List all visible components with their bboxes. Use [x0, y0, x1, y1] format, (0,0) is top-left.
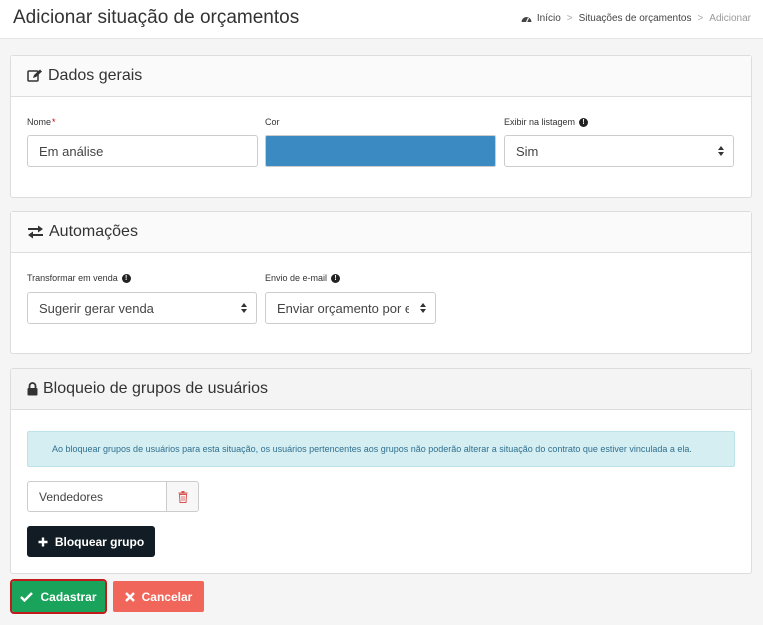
- name-input[interactable]: Em análise: [27, 135, 258, 167]
- cancel-button-label: Cancelar: [141, 589, 193, 604]
- color-picker[interactable]: [265, 135, 496, 167]
- select-arrows-icon: [241, 303, 247, 313]
- breadcrumb-section[interactable]: Situações de orçamentos: [579, 13, 692, 24]
- list-label: Exibir na listagem!: [504, 117, 589, 127]
- block-panel-title: Bloqueio de grupos de usuários: [43, 380, 269, 397]
- list-label-text: Exibir na listagem: [504, 117, 576, 127]
- trash-icon: [178, 490, 187, 503]
- block-panel-header: Bloqueio de grupos de usuários: [11, 369, 751, 410]
- name-input-value: Em análise: [39, 143, 104, 159]
- color-label: Cor: [265, 117, 280, 127]
- automation-panel: Automações Transformar em venda! Sugerir…: [10, 211, 752, 354]
- save-button-label: Cadastrar: [40, 589, 97, 604]
- breadcrumb-separator: >: [566, 13, 573, 24]
- save-button[interactable]: Cadastrar: [10, 579, 107, 614]
- cancel-button[interactable]: Cancelar: [113, 581, 204, 612]
- page-title: Adicionar situação de orçamentos: [13, 7, 300, 28]
- dashboard-icon: [521, 17, 532, 23]
- remove-group-button[interactable]: [166, 481, 199, 512]
- email-select[interactable]: Enviar orçamento por e-mail: [265, 292, 436, 324]
- name-label: Nome *: [27, 117, 56, 127]
- sale-label-text: Transformar em venda: [27, 273, 118, 283]
- plus-icon: [38, 537, 48, 546]
- general-panel-title: Dados gerais: [48, 67, 143, 84]
- info-icon[interactable]: !: [121, 273, 131, 283]
- list-select-value: Sim: [516, 143, 539, 159]
- sale-label: Transformar em venda!: [27, 273, 131, 283]
- info-icon[interactable]: !: [579, 117, 589, 127]
- block-panel: Bloqueio de grupos de usuários Ao bloque…: [10, 368, 752, 574]
- general-panel-header: Dados gerais: [11, 56, 751, 97]
- edit-icon: [27, 69, 42, 82]
- block-group-button[interactable]: Bloquear grupo: [27, 526, 155, 557]
- check-icon: [20, 591, 34, 602]
- automation-panel-header: Automações: [11, 212, 751, 253]
- sale-select-value: Sugerir gerar venda: [39, 300, 154, 316]
- select-arrows-icon: [420, 303, 426, 313]
- info-alert: Ao bloquear grupos de usuários para esta…: [27, 431, 735, 467]
- automation-panel-title: Automações: [49, 223, 138, 240]
- breadcrumb-current: Adicionar: [709, 13, 751, 24]
- sale-select[interactable]: Sugerir gerar venda: [27, 292, 257, 324]
- general-panel: Dados gerais Nome * Em análise Cor Exibir…: [10, 55, 752, 198]
- breadcrumb-home[interactable]: Início: [537, 13, 561, 24]
- name-label-text: Nome: [27, 117, 52, 127]
- close-icon: [124, 591, 135, 602]
- email-label: Envio de e-mail!: [265, 273, 341, 283]
- exchange-icon: [28, 225, 43, 239]
- list-select[interactable]: Sim: [504, 135, 734, 167]
- select-arrows-icon: [718, 146, 724, 156]
- email-label-text: Envio de e-mail: [265, 273, 328, 283]
- block-group-button-label: Bloquear grupo: [54, 534, 145, 549]
- group-input[interactable]: Vendedores: [27, 481, 167, 512]
- required-mark: *: [52, 117, 56, 127]
- info-icon[interactable]: !: [331, 273, 341, 283]
- page-header: Adicionar situação de orçamentos Início …: [0, 0, 763, 39]
- email-select-value: Enviar orçamento por e-mail: [277, 300, 409, 316]
- breadcrumb: Início > Situações de orçamentos > Adici…: [521, 13, 751, 24]
- group-input-value: Vendedores: [39, 489, 104, 504]
- lock-icon: [27, 382, 38, 396]
- breadcrumb-separator: >: [697, 13, 704, 24]
